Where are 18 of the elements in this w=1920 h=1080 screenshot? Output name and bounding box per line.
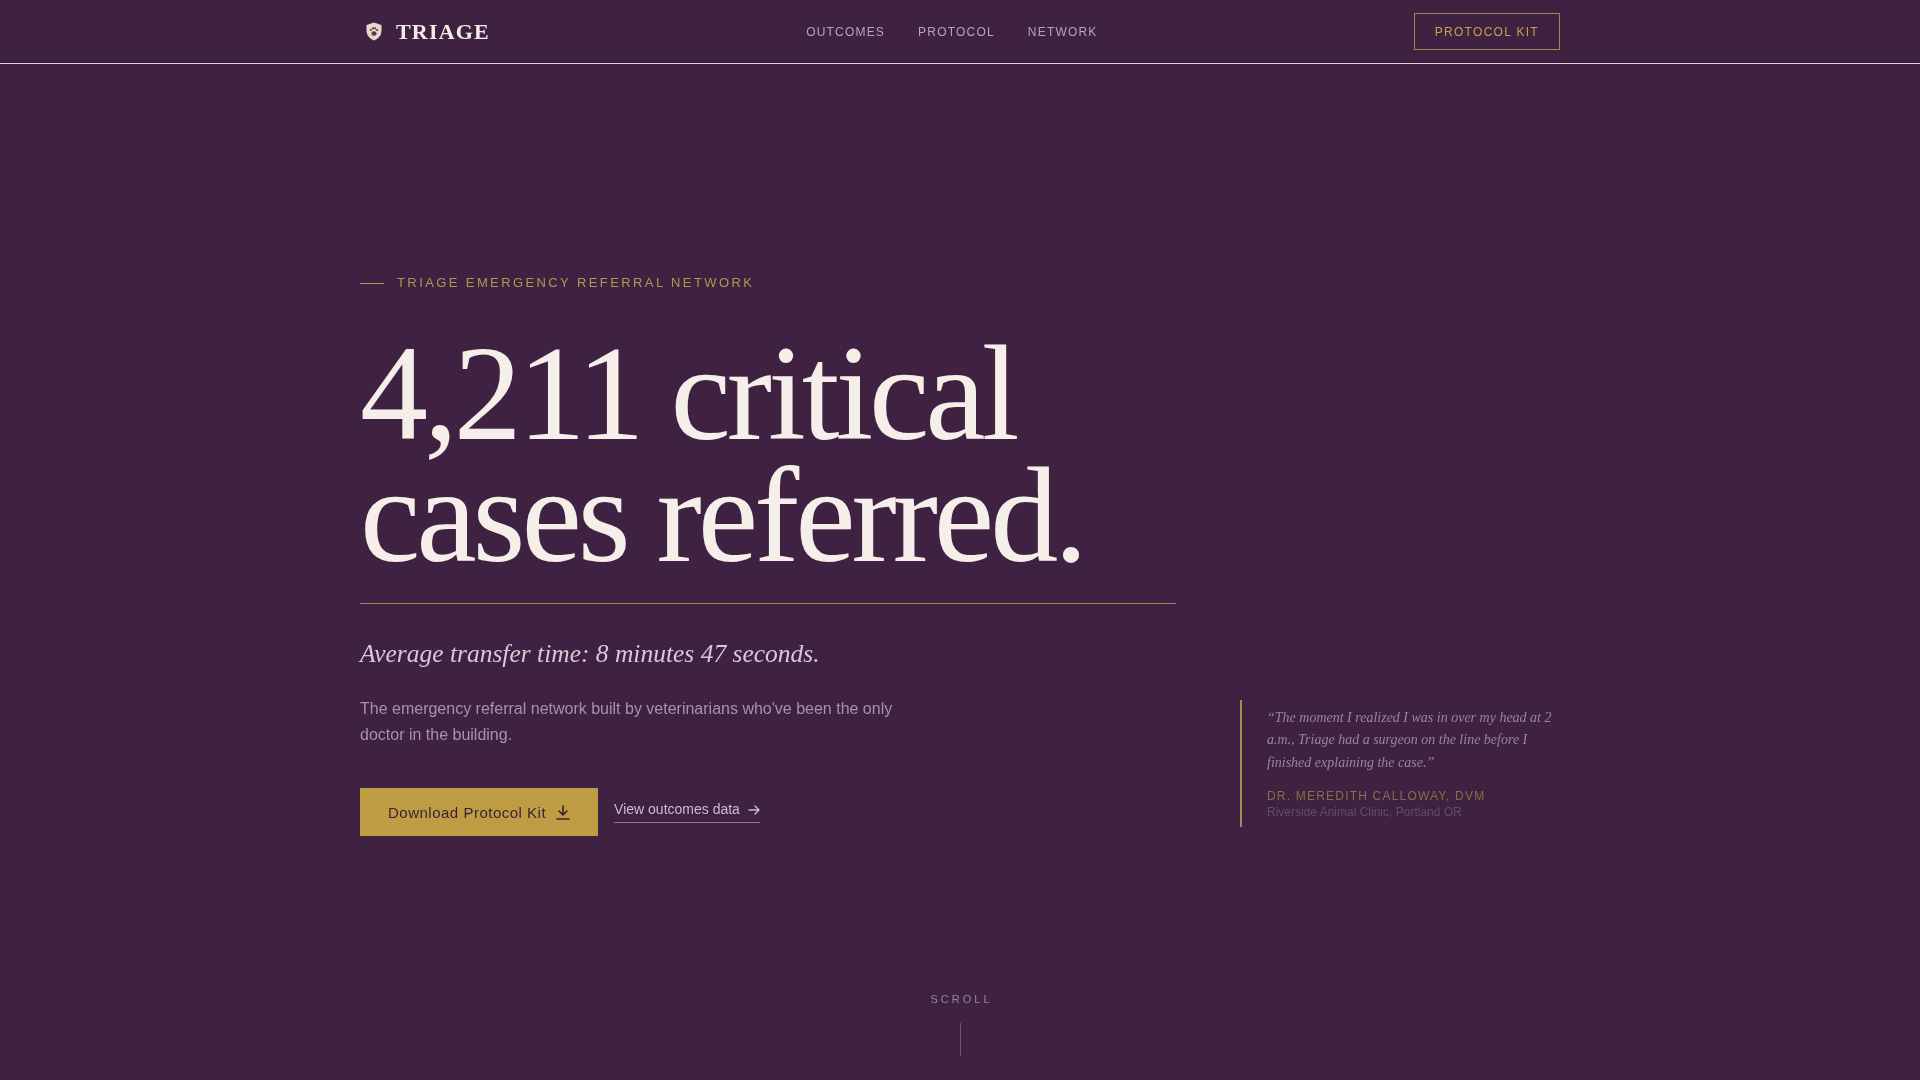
nav-link[interactable]: NETWORK <box>1027 23 1098 40</box>
hero-description: The emergency referral network built by veterinarians who've been the only doctor in the building. <box>360 699 894 745</box>
eyebrow-label: TRIAGE EMERGENCY REFERRAL NETWORK <box>397 275 755 291</box>
download-button[interactable]: Download Protocol Kit <box>360 788 599 837</box>
scroll-label: SCROLL <box>929 992 993 1007</box>
transfer-time-subtitle: Average transfer time: 8 minutes 47 seconds. <box>360 638 821 670</box>
brand-name[interactable]: TRIAGE <box>396 20 490 43</box>
arrow-right-icon <box>747 804 760 815</box>
nav-link[interactable]: PROTOCOL <box>918 23 995 40</box>
outcomes-link[interactable]: View outcomes data <box>614 801 760 824</box>
download-icon <box>556 804 571 820</box>
testimonial-author: DR. MEREDITH CALLOWAY, DVM <box>1267 788 1487 805</box>
testimonial-quote: “The moment I realized I was in over my head at 2 a.m., Triage had a surgeon on the line before I finished explaining the case.” <box>1267 708 1553 772</box>
scroll-line-icon <box>959 1023 961 1057</box>
protocol-kit-button[interactable]: PROTOCOL KIT <box>1413 13 1560 50</box>
hero-heading: 4,211 critical cases referred. <box>360 332 1085 576</box>
shield-logo-icon <box>366 22 382 41</box>
nav-link[interactable]: OUTCOMES <box>806 23 886 40</box>
